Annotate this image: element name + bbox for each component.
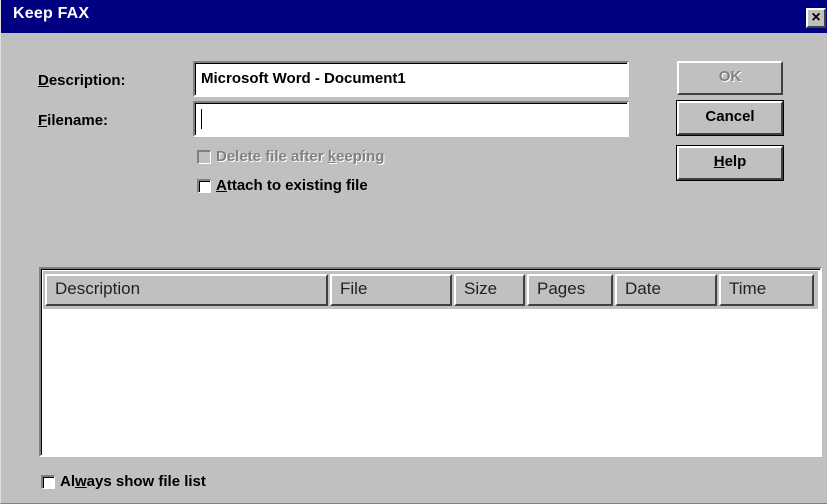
description-label: Description: [38, 72, 126, 89]
column-header-file[interactable]: File [330, 274, 452, 306]
ok-button[interactable]: OK [677, 61, 783, 95]
file-list-header: Description File Size Pages Date Time [43, 271, 818, 309]
filename-label: Filename: [38, 112, 109, 129]
window-title: Keep FAX [13, 5, 90, 22]
title-bar[interactable]: Keep FAX × [1, 0, 827, 33]
help-button[interactable]: Help [677, 146, 783, 180]
text-caret [201, 109, 202, 129]
column-header-time[interactable]: Time [719, 274, 814, 306]
close-button[interactable]: × [806, 8, 826, 28]
column-header-date[interactable]: Date [615, 274, 717, 306]
always-show-file-list-label: Always show file list [60, 473, 206, 490]
filename-input[interactable] [193, 101, 629, 137]
column-header-description[interactable]: Description [45, 274, 328, 306]
checkbox-box [41, 474, 55, 489]
checkbox-box [197, 149, 211, 164]
keep-fax-dialog: Keep FAX × Description: Microsoft Word -… [0, 0, 827, 504]
column-header-size[interactable]: Size [454, 274, 525, 306]
checkbox-box [197, 178, 211, 193]
description-input[interactable]: Microsoft Word - Document1 [193, 61, 629, 97]
column-header-pages[interactable]: Pages [527, 274, 613, 306]
description-value: Microsoft Word - Document1 [201, 70, 406, 87]
always-show-file-list-checkbox[interactable]: Always show file list [41, 473, 206, 490]
cancel-button[interactable]: Cancel [677, 101, 783, 135]
attach-existing-checkbox[interactable]: Attach to existing file [197, 177, 368, 194]
close-icon: × [811, 9, 821, 26]
file-list[interactable]: Description File Size Pages Date Time [39, 267, 822, 457]
delete-after-keeping-checkbox[interactable]: Delete file after keeping [197, 148, 384, 165]
attach-existing-label: Attach to existing file [216, 177, 368, 194]
delete-after-keeping-label: Delete file after keeping [216, 148, 385, 165]
